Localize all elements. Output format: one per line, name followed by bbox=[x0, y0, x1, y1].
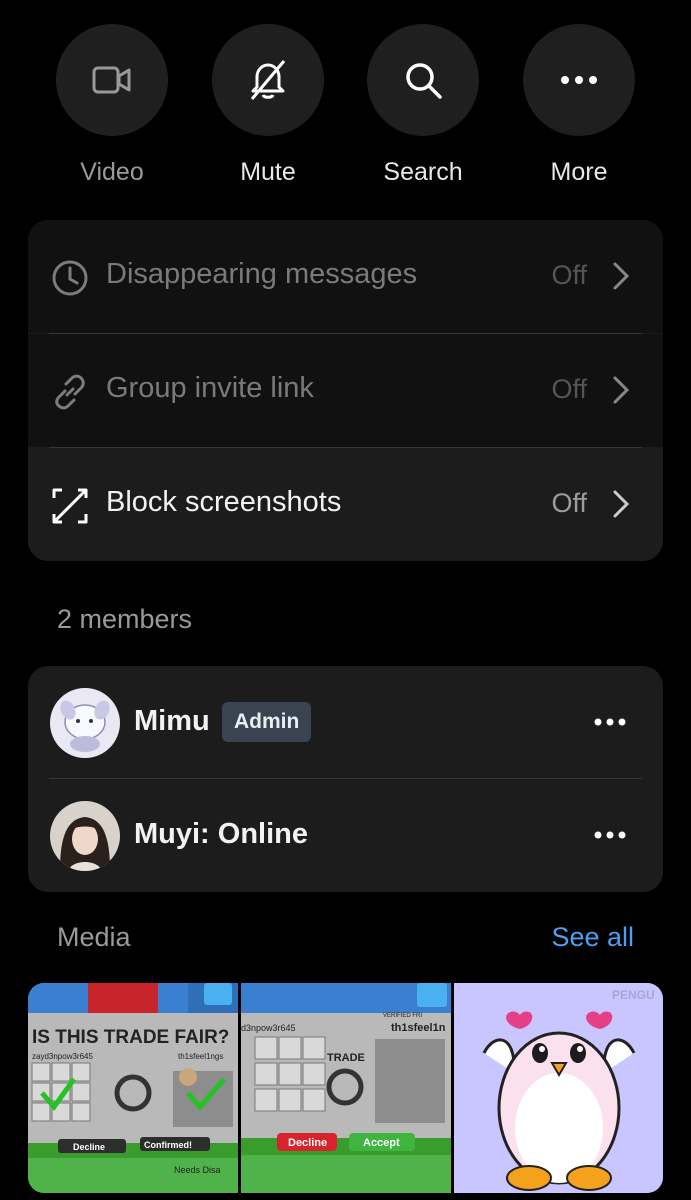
trade-heading: IS THIS TRADE FAIR? bbox=[32, 1027, 229, 1048]
confirmed-label: Confirmed! bbox=[144, 1140, 192, 1150]
footer-label: Needs Disa bbox=[174, 1165, 221, 1175]
trade-user1: d3npow3r645 bbox=[241, 1023, 296, 1033]
more-label: More bbox=[550, 158, 608, 186]
member-name: Muyi: Online bbox=[134, 818, 308, 850]
disappearing-messages-row[interactable]: Disappearing messages Off bbox=[28, 220, 663, 333]
group-invite-link-label: Group invite link bbox=[106, 372, 314, 404]
more-dots-icon bbox=[561, 76, 597, 84]
media-thumbnail[interactable]: d3npow3r645 VERIFIED FRI th1sfeel1n TRAD… bbox=[241, 983, 451, 1193]
chevron-right-icon bbox=[611, 260, 631, 292]
disappearing-messages-value: Off bbox=[551, 260, 587, 290]
member-row[interactable]: Muyi: Online bbox=[28, 779, 663, 892]
members-count: 2 members bbox=[57, 604, 193, 634]
mute-action[interactable]: Mute bbox=[212, 24, 324, 187]
search-action[interactable]: Search bbox=[367, 24, 479, 187]
member-more-icon[interactable] bbox=[593, 712, 627, 732]
accept-label: Accept bbox=[363, 1137, 400, 1149]
disappearing-messages-label: Disappearing messages bbox=[106, 258, 418, 290]
mute-button[interactable] bbox=[212, 24, 324, 136]
members-card: Mimu Admin Muyi: Online bbox=[28, 666, 663, 892]
search-icon bbox=[406, 63, 442, 99]
group-invite-link-value: Off bbox=[551, 374, 587, 404]
decline-label: Decline bbox=[73, 1142, 105, 1152]
mute-bell-icon bbox=[250, 60, 286, 100]
link-icon bbox=[50, 372, 90, 412]
more-button[interactable] bbox=[523, 24, 635, 136]
chevron-right-icon bbox=[611, 488, 631, 520]
search-button[interactable] bbox=[367, 24, 479, 136]
media-thumbnail[interactable]: IS THIS TRADE FAIR? zayd3npow3r645 th1sf… bbox=[28, 983, 238, 1193]
pengu-brand: PENGU bbox=[612, 988, 655, 1002]
trade-user1: zayd3npow3r645 bbox=[32, 1052, 93, 1061]
video-button[interactable] bbox=[56, 24, 168, 136]
settings-card: Disappearing messages Off Group invite l… bbox=[28, 220, 663, 561]
mute-label: Mute bbox=[240, 158, 296, 186]
video-action[interactable]: Video bbox=[56, 24, 168, 187]
trade-label: TRADE bbox=[327, 1052, 365, 1064]
media-thumbnail[interactable]: PENGU bbox=[454, 983, 663, 1193]
avatar[interactable] bbox=[50, 688, 120, 758]
avatar[interactable] bbox=[50, 801, 120, 871]
block-screenshots-label: Block screenshots bbox=[106, 486, 342, 518]
admin-badge: Admin bbox=[222, 702, 312, 742]
decline-label: Decline bbox=[288, 1137, 327, 1149]
member-name: Mimu bbox=[134, 705, 210, 737]
group-invite-link-row[interactable]: Group invite link Off bbox=[28, 334, 663, 447]
clock-icon bbox=[50, 258, 90, 298]
block-screenshot-icon bbox=[50, 486, 90, 526]
search-label: Search bbox=[383, 158, 463, 186]
trade-user2: th1sfeel1ngs bbox=[178, 1052, 223, 1061]
member-more-icon[interactable] bbox=[593, 825, 627, 845]
member-row[interactable]: Mimu Admin bbox=[28, 666, 663, 779]
video-icon bbox=[92, 66, 131, 94]
more-action[interactable]: More bbox=[523, 24, 635, 187]
action-row: Video Mute Search More bbox=[0, 24, 691, 187]
see-all-link[interactable]: See all bbox=[551, 922, 634, 953]
trade-user2: th1sfeel1n bbox=[391, 1022, 446, 1034]
chevron-right-icon bbox=[611, 374, 631, 406]
block-screenshots-value: Off bbox=[551, 488, 587, 518]
media-title: Media bbox=[57, 922, 131, 952]
video-label: Video bbox=[80, 158, 144, 186]
verified-label: VERIFIED FRI bbox=[383, 1013, 422, 1019]
block-screenshots-row[interactable]: Block screenshots Off bbox=[28, 448, 663, 561]
